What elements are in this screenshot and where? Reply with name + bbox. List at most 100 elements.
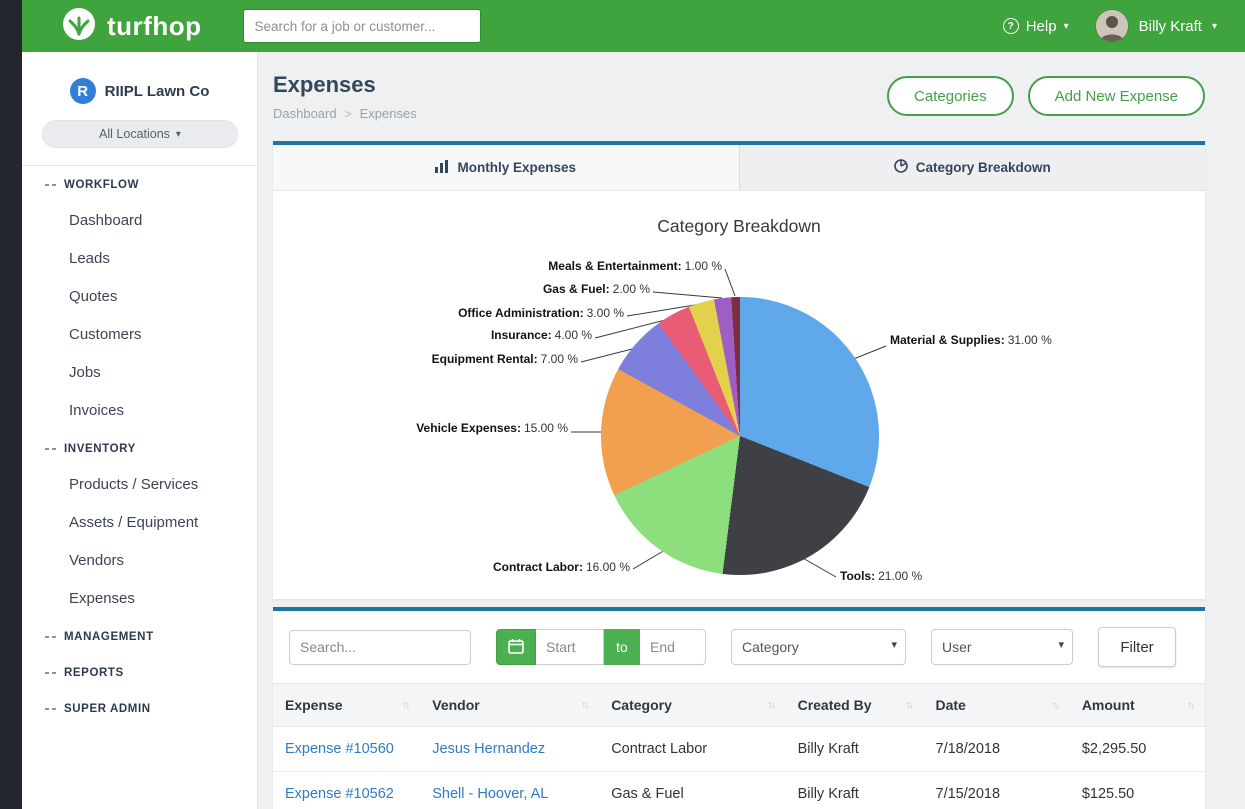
date-start-input[interactable] bbox=[536, 629, 604, 665]
pie-slice-label: Material & Supplies:31.00 % bbox=[890, 333, 1052, 347]
column-label: Amount bbox=[1082, 697, 1135, 713]
column-label: Category bbox=[611, 697, 672, 713]
category-cell: Gas & Fuel bbox=[599, 772, 785, 809]
pie-chart-icon bbox=[894, 159, 908, 176]
categories-button[interactable]: Categories bbox=[887, 76, 1014, 116]
column-label: Expense bbox=[285, 697, 343, 713]
add-new-expense-button[interactable]: Add New Expense bbox=[1028, 76, 1205, 116]
section-label: WORKFLOW bbox=[64, 179, 139, 191]
section-label: REPORTS bbox=[64, 667, 124, 679]
pie-slice-label: Gas & Fuel:2.00 % bbox=[273, 282, 650, 296]
column-header-amount[interactable]: Amount ↑↓ bbox=[1082, 697, 1193, 713]
pie-slice-label: Meals & Entertainment:1.00 % bbox=[273, 259, 722, 273]
location-selector[interactable]: All Locations ▾ bbox=[42, 120, 238, 148]
sort-arrows-icon[interactable]: ↑↓ bbox=[906, 700, 912, 711]
sidebar-item-dashboard[interactable]: Dashboard bbox=[22, 202, 257, 240]
date-to-label: to bbox=[604, 629, 640, 665]
sort-arrows-icon[interactable]: ↑↓ bbox=[1052, 700, 1058, 711]
vendor-link[interactable]: Jesus Hernandez bbox=[432, 741, 545, 757]
table-search-input[interactable] bbox=[289, 630, 471, 665]
section-label: MANAGEMENT bbox=[64, 631, 154, 643]
pie-slice-label: Equipment Rental:7.00 % bbox=[273, 352, 578, 366]
sidebar-item-customers[interactable]: Customers bbox=[22, 316, 257, 354]
date-end-input[interactable] bbox=[640, 629, 706, 665]
category-select[interactable]: Category bbox=[731, 629, 906, 665]
help-circle-icon: ? bbox=[1003, 18, 1019, 34]
breadcrumb-expenses: Expenses bbox=[360, 106, 417, 121]
table-row: Expense #10560 Jesus Hernandez Contract … bbox=[273, 727, 1205, 772]
tab-category-breakdown[interactable]: Category Breakdown bbox=[739, 145, 1206, 190]
expenses-table-card: to Category User Filter bbox=[273, 607, 1205, 809]
amount-cell: $125.50 bbox=[1070, 772, 1205, 809]
pie-slice-label: Insurance:4.00 % bbox=[273, 328, 592, 342]
user-select-wrap: User bbox=[931, 629, 1073, 665]
sidebar-item-leads[interactable]: Leads bbox=[22, 240, 257, 278]
user-name: Billy Kraft bbox=[1139, 18, 1202, 35]
sidebar-item-invoices[interactable]: Invoices bbox=[22, 392, 257, 430]
global-search-input[interactable] bbox=[243, 9, 481, 43]
dashes-icon bbox=[45, 448, 56, 450]
sort-arrows-icon[interactable]: ↑↓ bbox=[768, 700, 774, 711]
column-label: Created By bbox=[798, 697, 872, 713]
company-header: R RIIPL Lawn Co bbox=[22, 52, 257, 120]
pie-chart[interactable] bbox=[601, 297, 879, 575]
sort-arrows-icon[interactable]: ↑↓ bbox=[581, 700, 587, 711]
sidebar-section-inventory[interactable]: INVENTORY bbox=[22, 430, 257, 466]
riipl-badge-icon: R bbox=[70, 78, 96, 104]
filter-bar: to Category User Filter bbox=[273, 611, 1205, 683]
tab-label: Category Breakdown bbox=[916, 160, 1051, 175]
expense-link[interactable]: Expense #10562 bbox=[285, 786, 394, 802]
column-header-category[interactable]: Category ↑↓ bbox=[611, 697, 773, 713]
table-row: Expense #10562 Shell - Hoover, AL Gas & … bbox=[273, 772, 1205, 809]
filter-button[interactable]: Filter bbox=[1098, 627, 1176, 667]
expenses-table: Expense ↑↓ Vendor ↑↓ Category ↑↓ Created By… bbox=[273, 683, 1205, 809]
sidebar-section-workflow[interactable]: WORKFLOW bbox=[22, 166, 257, 202]
column-header-expense[interactable]: Expense ↑↓ bbox=[285, 697, 408, 713]
sidebar-section-super-admin[interactable]: SUPER ADMIN bbox=[22, 690, 257, 726]
section-label: INVENTORY bbox=[64, 443, 136, 455]
pie-chart-area: Category Breakdown Meal bbox=[273, 191, 1205, 599]
breadcrumb-dashboard[interactable]: Dashboard bbox=[273, 106, 337, 121]
chevron-down-icon: ▾ bbox=[1064, 21, 1069, 32]
sidebar-item-vendors[interactable]: Vendors bbox=[22, 542, 257, 580]
vendor-link[interactable]: Shell - Hoover, AL bbox=[432, 786, 548, 802]
expense-link[interactable]: Expense #10560 bbox=[285, 741, 394, 757]
user-select[interactable]: User bbox=[931, 629, 1073, 665]
created-by-cell: Billy Kraft bbox=[786, 727, 924, 772]
sidebar-section-management[interactable]: MANAGEMENT bbox=[22, 618, 257, 654]
column-label: Vendor bbox=[432, 697, 479, 713]
column-header-created-by[interactable]: Created By ↑↓ bbox=[798, 697, 912, 713]
breadcrumb: Dashboard > Expenses bbox=[273, 106, 417, 121]
sidebar-section-reports[interactable]: REPORTS bbox=[22, 654, 257, 690]
section-label: SUPER ADMIN bbox=[64, 703, 151, 715]
location-selector-label: All Locations bbox=[99, 127, 170, 141]
sort-arrows-icon[interactable]: ↑↓ bbox=[402, 700, 408, 711]
date-cell: 7/18/2018 bbox=[924, 727, 1070, 772]
tab-monthly-expenses[interactable]: Monthly Expenses bbox=[273, 145, 739, 190]
left-edge-strip bbox=[0, 0, 22, 809]
bar-chart-icon bbox=[435, 160, 449, 176]
column-header-vendor[interactable]: Vendor ↑↓ bbox=[432, 697, 587, 713]
sidebar-item-quotes[interactable]: Quotes bbox=[22, 278, 257, 316]
sidebar-item-jobs[interactable]: Jobs bbox=[22, 354, 257, 392]
category-select-wrap: Category bbox=[731, 629, 906, 665]
sidebar-item-expenses[interactable]: Expenses bbox=[22, 580, 257, 618]
calendar-icon bbox=[508, 638, 524, 657]
pie-slice-label: Tools:21.00 % bbox=[840, 569, 922, 583]
pie-slice-label: Contract Labor:16.00 % bbox=[273, 560, 630, 574]
category-cell: Contract Labor bbox=[599, 727, 785, 772]
breadcrumb-separator-icon: > bbox=[345, 107, 352, 121]
help-menu[interactable]: ? Help ▾ bbox=[1003, 18, 1069, 35]
pie-slice-label: Office Administration:3.00 % bbox=[273, 306, 624, 320]
sidebar-item-assets-equipment[interactable]: Assets / Equipment bbox=[22, 504, 257, 542]
turfhop-logo[interactable]: turfhop bbox=[60, 5, 201, 48]
tab-label: Monthly Expenses bbox=[457, 160, 576, 175]
sidebar-item-products-services[interactable]: Products / Services bbox=[22, 466, 257, 504]
date-cell: 7/15/2018 bbox=[924, 772, 1070, 809]
column-header-date[interactable]: Date ↑↓ bbox=[936, 697, 1058, 713]
user-menu[interactable]: Billy Kraft ▾ bbox=[1095, 9, 1217, 43]
calendar-button[interactable] bbox=[496, 629, 536, 665]
column-label: Date bbox=[936, 697, 966, 713]
sort-arrows-icon[interactable]: ↑↓ bbox=[1187, 700, 1193, 711]
sidebar: R RIIPL Lawn Co All Locations ▾ WORKFLOW… bbox=[22, 52, 258, 809]
